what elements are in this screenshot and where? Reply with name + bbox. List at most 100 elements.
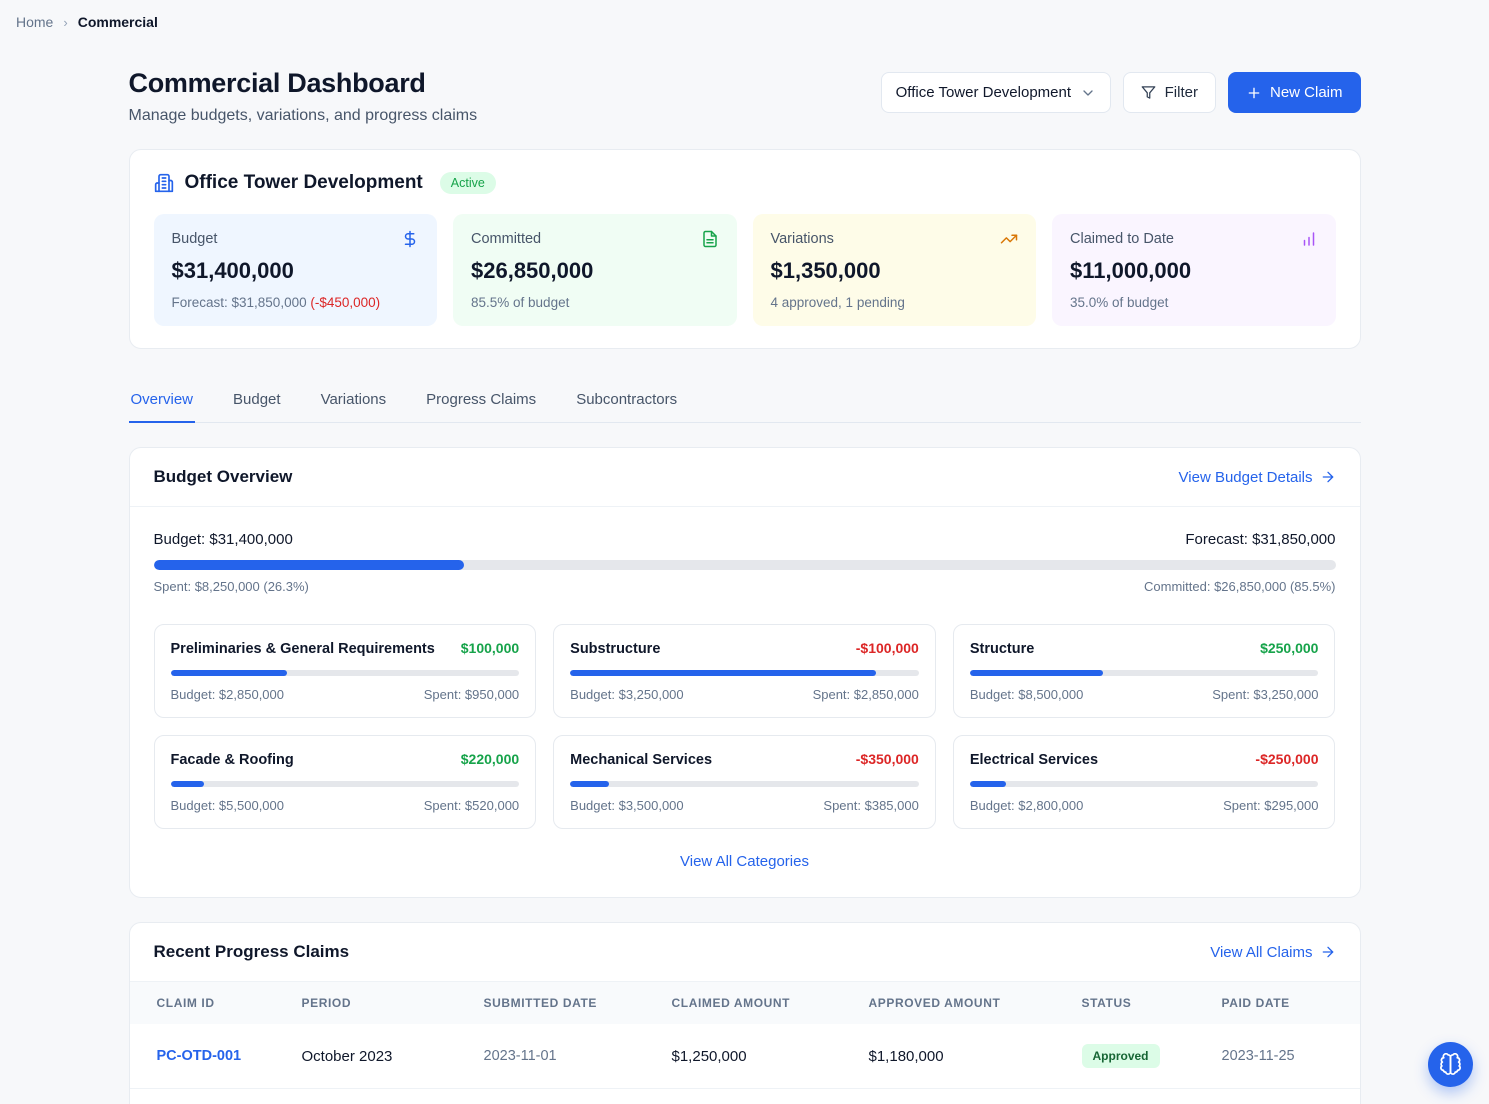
filter-button[interactable]: Filter [1122, 72, 1216, 113]
page-subtitle: Manage budgets, variations, and progress… [128, 107, 478, 124]
trending-up-icon [1000, 230, 1018, 248]
category-card: Facade & Roofing $220,000 Budget: $5,500… [153, 735, 537, 829]
overall-budget-label: Budget: $31,400,000 [153, 531, 293, 548]
claim-claimed-amount: $2,850,000 [659, 1088, 857, 1104]
category-budget: Budget: $5,500,000 [170, 798, 285, 813]
col-submitted-date: SUBMITTED DATE [471, 982, 660, 1024]
stat-claimed-value: $11,000,000 [1070, 258, 1192, 283]
overall-forecast-label: Forecast: $31,850,000 [1185, 531, 1336, 548]
col-period: PERIOD [289, 982, 472, 1024]
category-card: Structure $250,000 Budget: $8,500,000 Sp… [952, 624, 1336, 718]
stat-claimed-label: Claimed to Date [1070, 231, 1174, 247]
view-all-claims-label: View All Claims [1210, 943, 1313, 961]
overall-committed-label: Committed: $26,850,000 (85.5%) [1144, 579, 1336, 594]
claim-period: November 2023 [289, 1088, 472, 1104]
recent-claims-card: Recent Progress Claims View All Claims C… [128, 922, 1361, 1104]
claim-id-link[interactable]: PC-OTD-001 [130, 1024, 290, 1089]
header-controls: Office Tower Development Filter New Clai… [880, 72, 1361, 113]
tab-progress-claims[interactable]: Progress Claims [424, 381, 538, 422]
stat-card-claimed: Claimed to Date $11,000,000 35.0% of bud… [1052, 214, 1336, 326]
ai-assistant-button[interactable] [1428, 1042, 1473, 1087]
category-variance: $220,000 [460, 751, 520, 767]
category-card: Mechanical Services -$350,000 Budget: $3… [553, 735, 936, 829]
stat-committed-value: $26,850,000 [471, 258, 594, 283]
breadcrumb-home[interactable]: Home [16, 14, 53, 30]
view-budget-details-label: View Budget Details [1178, 468, 1313, 486]
col-claimed-amount: CLAIMED AMOUNT [659, 982, 857, 1024]
category-card: Preliminaries & General Requirements $10… [153, 624, 537, 718]
category-name: Mechanical Services [570, 752, 713, 768]
overall-progress-bar [153, 560, 1336, 570]
stat-budget-variance: (-$450,000) [310, 295, 381, 310]
breadcrumb-current: Commercial [77, 14, 158, 30]
project-status-badge: Active [439, 172, 496, 194]
category-variance: $250,000 [1260, 640, 1319, 656]
tab-overview[interactable]: Overview [128, 381, 196, 423]
project-select-value: Office Tower Development [895, 84, 1072, 101]
stat-variations-label: Variations [770, 231, 834, 247]
category-progress-bar [170, 670, 520, 676]
tab-budget[interactable]: Budget [231, 381, 283, 422]
tab-variations[interactable]: Variations [319, 381, 389, 422]
category-variance: -$250,000 [1255, 751, 1319, 767]
claim-row: PC-OTD-002 November 2023 2023-12-01 $2,8… [129, 1088, 1360, 1104]
category-progress-bar [969, 670, 1319, 676]
new-claim-button-label: New Claim [1269, 84, 1343, 101]
project-select[interactable]: Office Tower Development [880, 72, 1111, 113]
stat-card-variations: Variations $1,350,000 4 approved, 1 pend… [752, 214, 1036, 326]
claim-period: October 2023 [301, 1047, 393, 1065]
project-summary-card: Office Tower Development Active Budget $… [128, 149, 1361, 349]
chevron-down-icon [1080, 85, 1096, 101]
stat-card-committed: Committed $26,850,000 85.5% of budget [453, 214, 737, 326]
category-name: Substructure [570, 641, 661, 657]
category-progress-bar [969, 781, 1319, 787]
stat-variations-sub: 4 approved, 1 pending [770, 295, 905, 310]
plus-icon [1246, 85, 1262, 101]
category-budget: Budget: $8,500,000 [969, 687, 1084, 702]
new-claim-button[interactable]: New Claim [1227, 72, 1361, 113]
tab-bar: Overview Budget Variations Progress Clai… [128, 381, 1361, 423]
recent-claims-title: Recent Progress Claims [153, 942, 350, 961]
arrow-right-icon [1320, 944, 1336, 960]
claim-claimed-amount: $1,250,000 [671, 1047, 747, 1065]
stat-committed-label: Committed [471, 231, 542, 247]
tab-subcontractors[interactable]: Subcontractors [574, 381, 679, 422]
stat-variations-value: $1,350,000 [770, 258, 881, 283]
view-all-claims-link[interactable]: View All Claims [1210, 944, 1335, 961]
claim-submitted-date: 2023-12-01 [471, 1088, 660, 1104]
category-spent: Spent: $2,850,000 [812, 687, 919, 702]
col-paid-date: PAID DATE [1209, 982, 1360, 1024]
overall-spent-label: Spent: $8,250,000 (26.3%) [153, 579, 309, 594]
category-budget: Budget: $2,800,000 [969, 798, 1084, 813]
arrow-right-icon [1320, 469, 1336, 485]
category-card: Substructure -$100,000 Budget: $3,250,00… [553, 624, 936, 718]
filter-button-label: Filter [1164, 84, 1198, 101]
category-variance: $100,000 [460, 640, 520, 656]
stat-committed-sub: 85.5% of budget [471, 295, 570, 310]
claim-status-badge: Approved [1081, 1044, 1160, 1068]
breadcrumb-separator-icon: › [63, 14, 68, 30]
document-icon [701, 230, 719, 248]
stat-card-budget: Budget $31,400,000 Forecast: $31,850,000… [153, 214, 437, 326]
claims-table-header-row: CLAIM ID PERIOD SUBMITTED DATE CLAIMED A… [129, 982, 1360, 1024]
category-name: Electrical Services [969, 752, 1099, 768]
claim-row: PC-OTD-001 October 2023 2023-11-01 $1,25… [130, 1024, 1360, 1089]
overall-progress-fill [153, 560, 465, 570]
category-variance: -$100,000 [855, 640, 919, 656]
category-budget: Budget: $2,850,000 [170, 687, 285, 702]
claims-table: CLAIM ID PERIOD SUBMITTED DATE CLAIMED A… [129, 982, 1360, 1104]
category-variance: -$350,000 [855, 751, 919, 767]
category-progress-bar [570, 781, 919, 787]
view-budget-details-link[interactable]: View Budget Details [1179, 469, 1336, 486]
breadcrumb: Home › Commercial [0, 0, 1489, 44]
claim-id-link[interactable]: PC-OTD-002 [129, 1088, 290, 1104]
page-header: Commercial Dashboard Manage budgets, var… [129, 68, 1361, 125]
category-spent: Spent: $295,000 [1223, 798, 1319, 813]
brain-icon [1439, 1053, 1462, 1076]
building-icon [154, 173, 174, 193]
budget-overview-title: Budget Overview [153, 467, 293, 486]
stat-budget-value: $31,400,000 [171, 258, 294, 283]
claim-approved-amount: $1,180,000 [868, 1047, 944, 1065]
project-stats: Budget $31,400,000 Forecast: $31,850,000… [153, 214, 1336, 326]
view-all-categories-link[interactable]: View All Categories [680, 853, 809, 870]
